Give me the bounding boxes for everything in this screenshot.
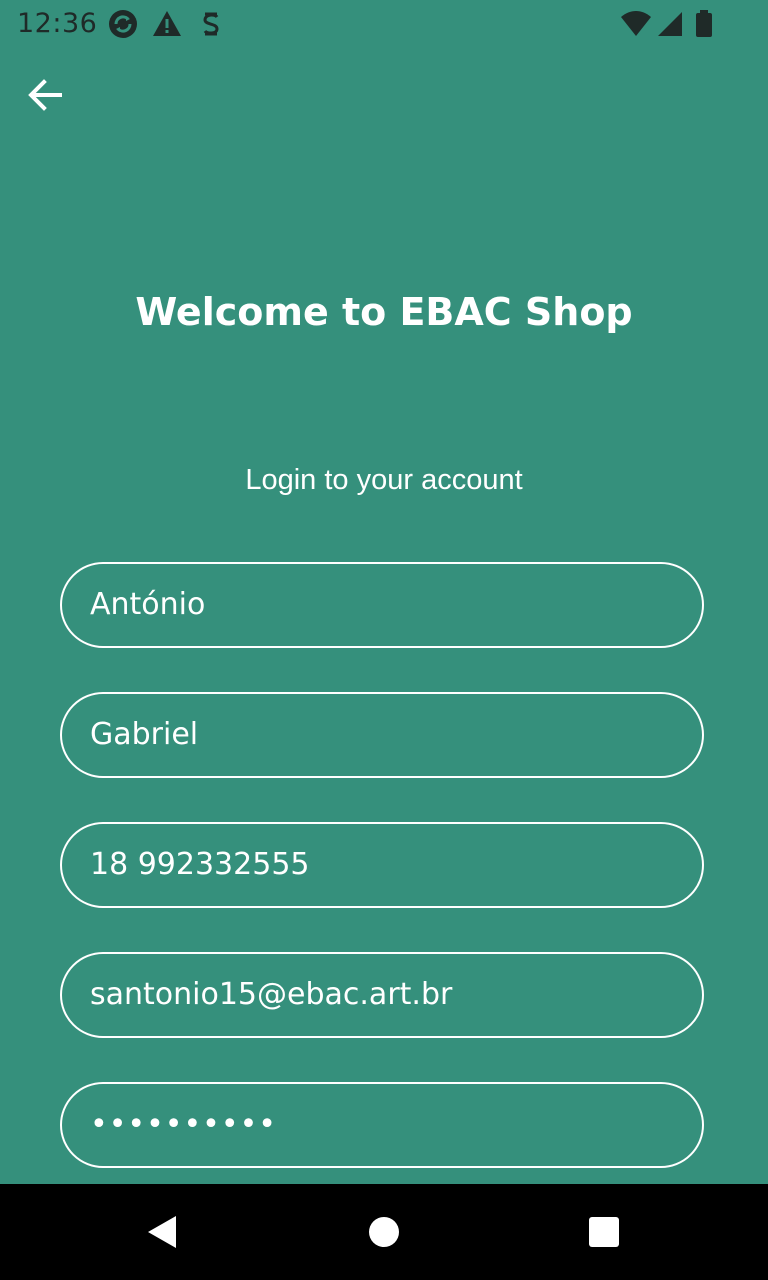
signal-icon [658,12,682,36]
password-value: •••••••••• [90,1107,277,1142]
back-triangle-icon[interactable] [142,1212,182,1252]
status-bar: 12:36 [0,0,768,48]
last-name-value: Gabriel [90,717,199,752]
warning-icon [153,11,181,36]
sync-icon [109,10,137,38]
phone-value: 18 992332555 [90,847,310,882]
first-name-field[interactable]: António [60,562,704,648]
phone-field[interactable]: 18 992332555 [60,822,704,908]
status-time: 12:36 [17,8,98,39]
password-field[interactable]: •••••••••• [60,1082,704,1168]
sim-icon [203,12,219,36]
app-screen: 12:36 Welcome to EBAC Shop Login to your… [0,0,768,1280]
email-field[interactable]: santonio15@ebac.art.br [60,952,704,1038]
first-name-value: António [90,587,206,622]
wifi-icon [621,11,651,36]
login-subtitle: Login to your account [245,464,523,496]
battery-icon [696,10,712,37]
page-title: Welcome to EBAC Shop [135,290,633,334]
email-value: santonio15@ebac.art.br [90,977,453,1012]
back-arrow-icon[interactable] [24,74,66,116]
last-name-field[interactable]: Gabriel [60,692,704,778]
navigation-bar [0,1184,768,1280]
home-circle-icon[interactable] [364,1212,404,1252]
recents-square-icon[interactable] [584,1212,624,1252]
